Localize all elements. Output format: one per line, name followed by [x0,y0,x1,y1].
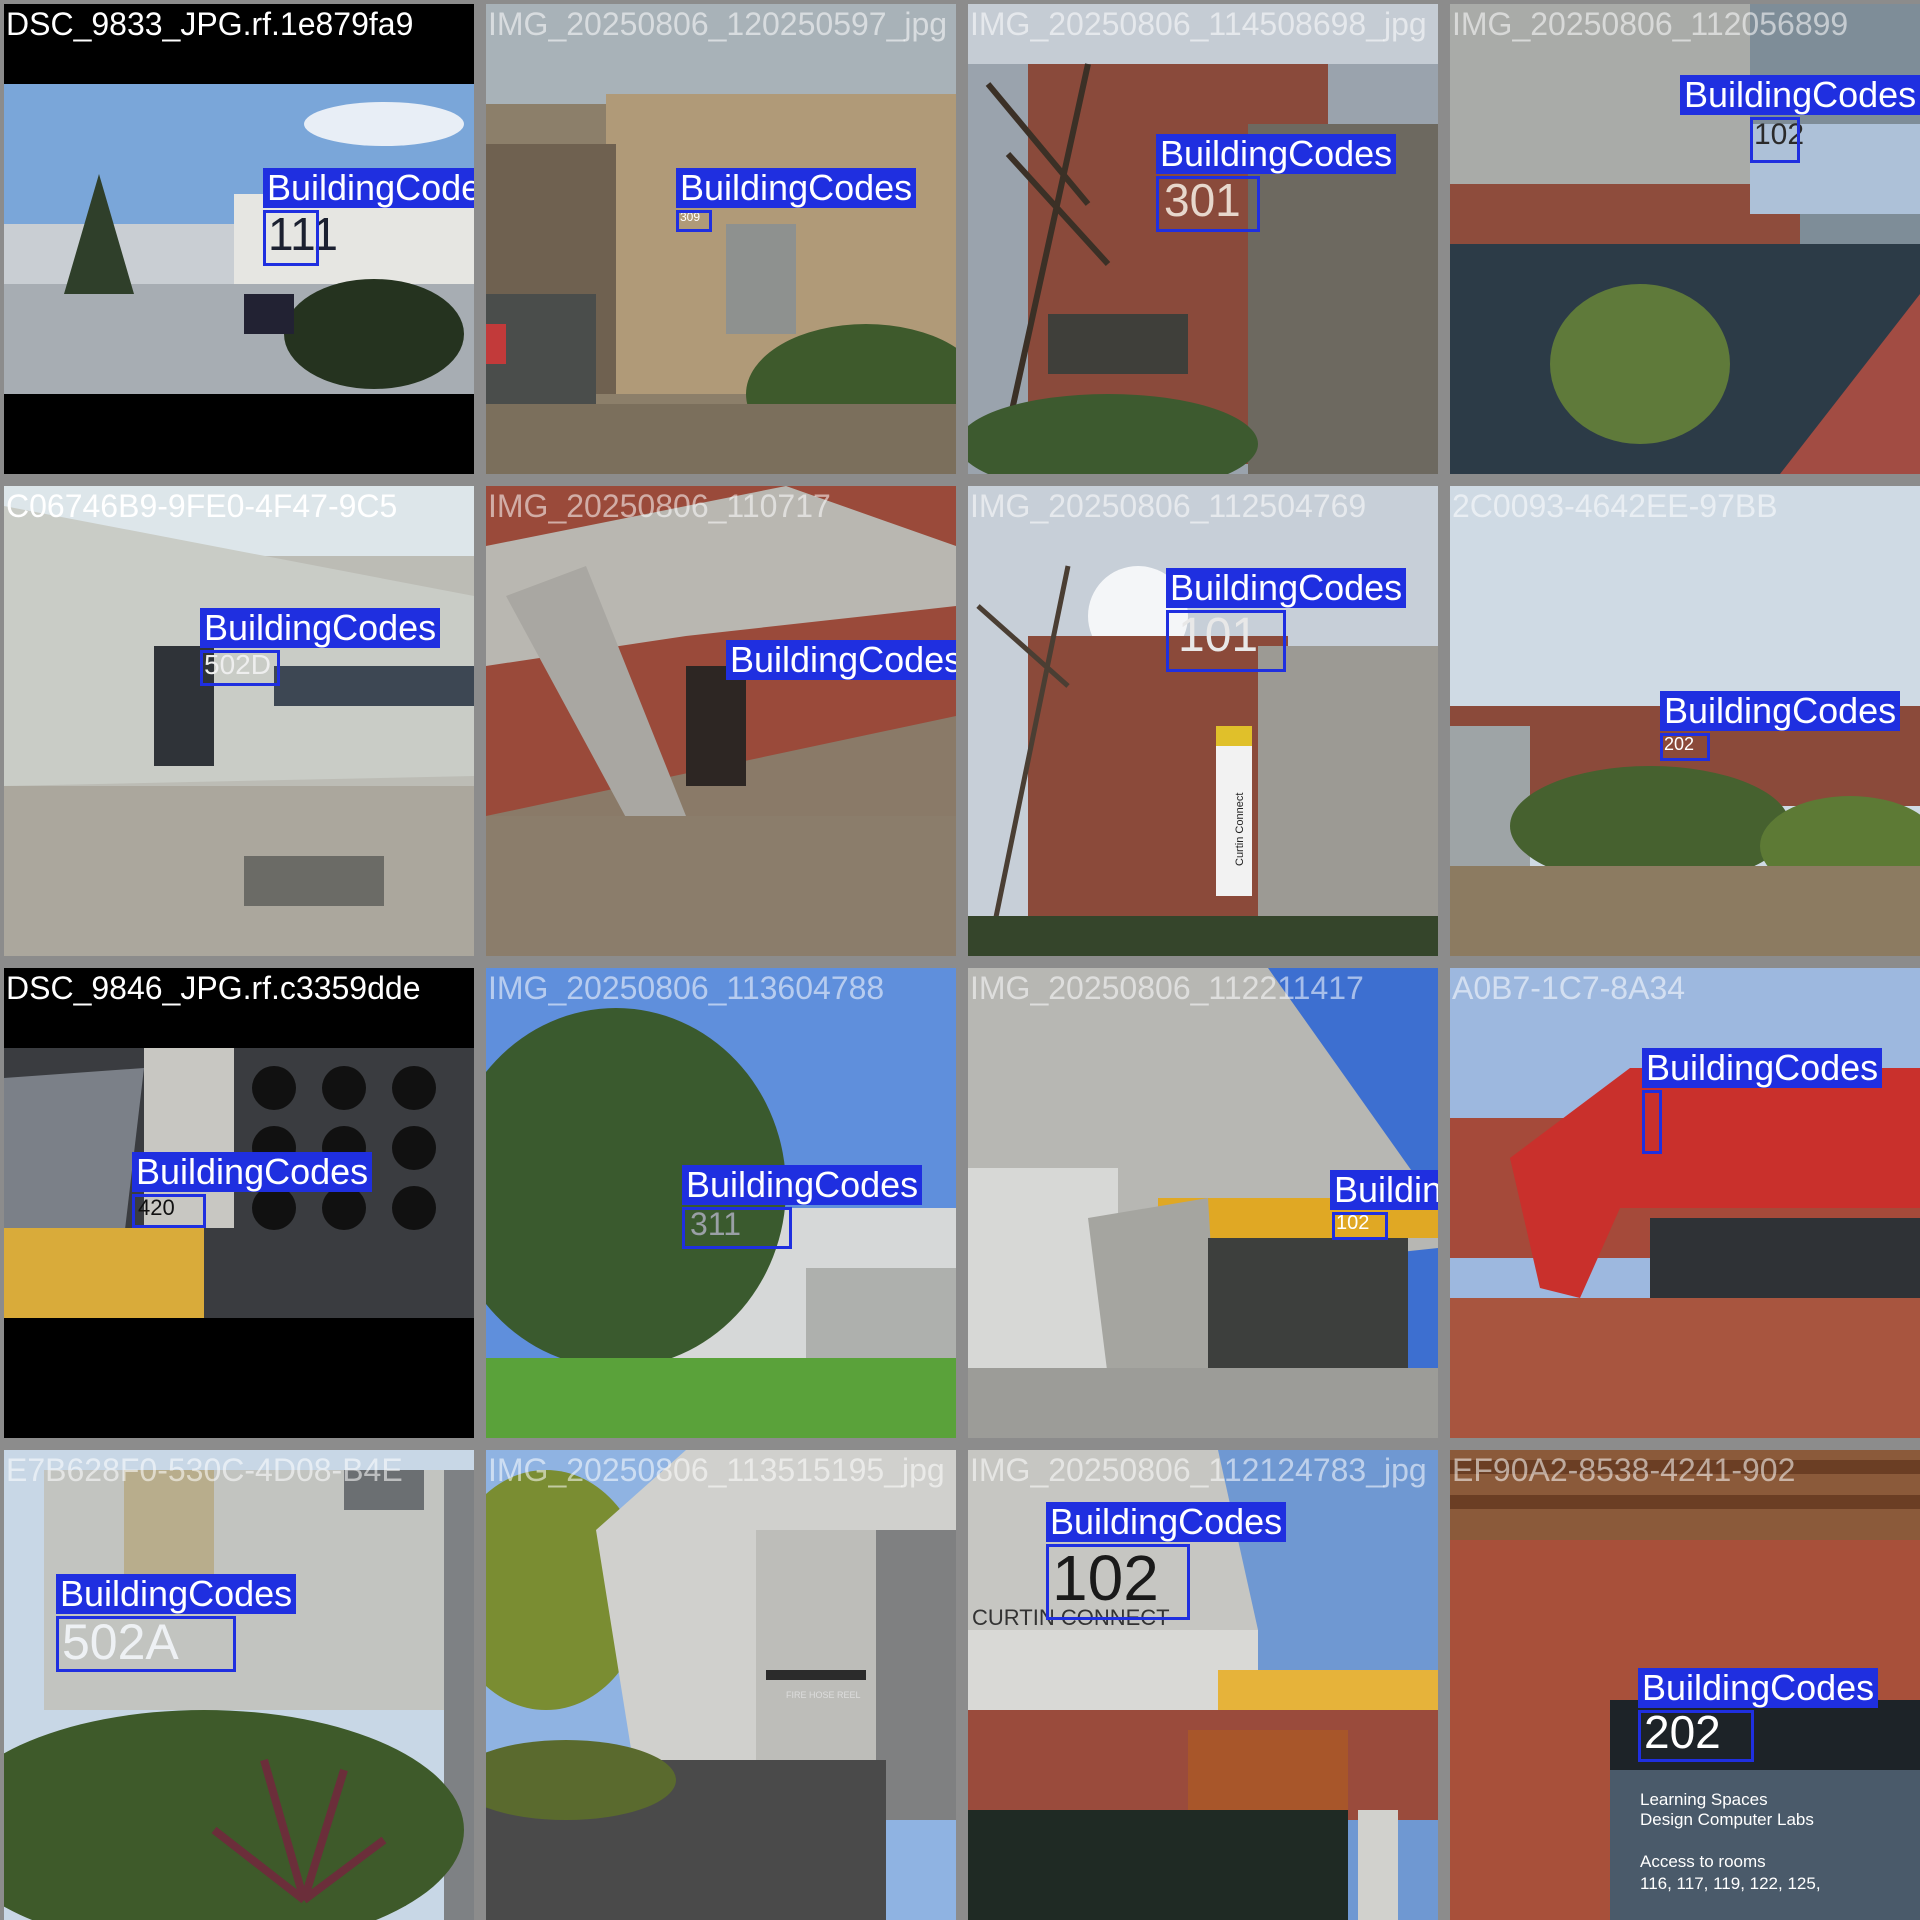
tile-7-filename: IMG_20250806_112504769 [970,488,1367,524]
tile-13-bbox [56,1616,236,1672]
tile-10-class-label: BuildingCodes [682,1165,923,1205]
tile-4-bbox [1750,117,1800,163]
tile-4: IMG_20250806_112056899 BuildingCodes 102 [1450,4,1920,474]
tile-13-photo [4,1450,474,1920]
tile-7-class-label: BuildingCodes [1166,568,1407,608]
tile-12-filename: A0B7-1C7-8A34 [1452,970,1686,1006]
tile-11-filename: IMG_20250806_112211417 [970,970,1364,1006]
tile-9-class-label: BuildingCodes [132,1152,373,1192]
tile-13-filename: E7B628F0-530C-4D08-B4E [6,1452,403,1488]
tile-4-filename: IMG_20250806_112056899 [1452,6,1849,42]
tile-12-class-label: BuildingCodes [1642,1048,1883,1088]
tile-11: IMG_20250806_112211417 BuildingCodes 102 [968,968,1438,1438]
tile-15-filename: IMG_20250806_112124783_jpg [970,1452,1427,1488]
tile-5-filename: C06746B9-9FE0-4F47-9C5 [6,488,398,524]
tile-5: C06746B9-9FE0-4F47-9C5 BuildingCodes 502… [4,486,474,956]
tile-7-bbox [1166,610,1286,672]
tile-13-class-label: BuildingCodes [56,1574,297,1614]
tile-11-class-label: BuildingCodes [1330,1170,1438,1210]
tile-16: EF90A2-8538-4241-902 BuildingCodes 202 L… [1450,1450,1920,1920]
tile-2-photo [486,4,956,474]
tile-8-bbox [1660,733,1710,761]
tile-16-filename: EF90A2-8538-4241-902 [1452,1452,1796,1488]
tile-2-bbox [676,210,712,232]
tile-9: DSC_9846_JPG.rf.c3359dde BuildingCodes 4… [4,968,474,1438]
tile-1-filename: DSC_9833_JPG.rf.1e879fa9 [6,6,414,42]
tile-16-class-label: BuildingCodes [1638,1668,1879,1708]
tile-14-filename: IMG_20250806_113515195_jpg [488,1452,945,1488]
tile-8-filename: 2C0093-4642EE-97BB [1452,488,1778,524]
tile-16-sign-line-3: Access to rooms [1640,1852,1766,1871]
tile-12-photo [1450,968,1920,1438]
tile-5-class-label: BuildingCodes [200,608,441,648]
tile-8-class-label: BuildingCodes [1660,691,1901,731]
tile-1-bbox [263,210,319,266]
tile-6: IMG_20250806_110717 BuildingCodes [486,486,956,956]
tile-3-filename: IMG_20250806_114508698_jpg [970,6,1427,42]
image-mosaic: DSC_9833_JPG.rf.1e879fa9 BuildingCodes 1… [0,0,1920,1920]
tile-3-bbox [1156,176,1260,232]
tile-11-bbox [1332,1212,1388,1240]
tile-5-bbox [200,650,280,686]
tile-7-photo [968,486,1438,956]
tile-13: E7B628F0-530C-4D08-B4E BuildingCodes 502… [4,1450,474,1920]
tile-15-class-label: BuildingCodes [1046,1502,1287,1542]
tile-3-photo [968,4,1438,474]
tile-14-photo [486,1450,956,1920]
tile-16-sign-line-2: Design Computer Labs [1640,1810,1814,1829]
tile-1-photo [4,4,474,474]
tile-16-sign-line-4: 116, 117, 119, 122, 125, [1640,1874,1821,1893]
tile-16-sign-line-1: Learning Spaces [1640,1790,1768,1809]
tile-6-filename: IMG_20250806_110717 [488,488,831,524]
tile-8: 2C0093-4642EE-97BB BuildingCodes 202 [1450,486,1920,956]
tile-6-photo [486,486,956,956]
tile-14: IMG_20250806_113515195_jpg FIRE HOSE REE… [486,1450,956,1920]
tile-14-fire-hose-sign: FIRE HOSE REEL [786,1690,861,1700]
tile-7: IMG_20250806_112504769 BuildingCodes 101… [968,486,1438,956]
tile-10-bbox [682,1207,792,1249]
tile-16-bbox [1638,1710,1754,1762]
tile-1-class-label: BuildingCodes [263,168,474,208]
tile-5-photo [4,486,474,956]
tile-9-bbox [132,1194,206,1228]
tile-12-bbox [1642,1090,1662,1154]
tile-2-filename: IMG_20250806_120250597_jpg [488,6,948,42]
tile-15-bbox [1046,1544,1190,1620]
tile-9-filename: DSC_9846_JPG.rf.c3359dde [6,970,421,1006]
tile-6-class-label: BuildingCodes [726,640,956,680]
tile-9-photo [4,968,474,1438]
tile-10: IMG_20250806_113604788 BuildingCodes 311 [486,968,956,1438]
tile-7-curtin-connect-sign: Curtin Connect [1234,792,1246,866]
tile-3-class-label: BuildingCodes [1156,134,1397,174]
tile-4-class-label: BuildingCodes [1680,75,1920,115]
tile-15: IMG_20250806_112124783_jpg BuildingCodes… [968,1450,1438,1920]
tile-1: DSC_9833_JPG.rf.1e879fa9 BuildingCodes 1… [4,4,474,474]
tile-2-class-label: BuildingCodes [676,168,917,208]
tile-2: IMG_20250806_120250597_jpg BuildingCodes… [486,4,956,474]
tile-10-filename: IMG_20250806_113604788 [488,970,885,1006]
tile-12: A0B7-1C7-8A34 BuildingCodes [1450,968,1920,1438]
tile-3: IMG_20250806_114508698_jpg BuildingCodes… [968,4,1438,474]
